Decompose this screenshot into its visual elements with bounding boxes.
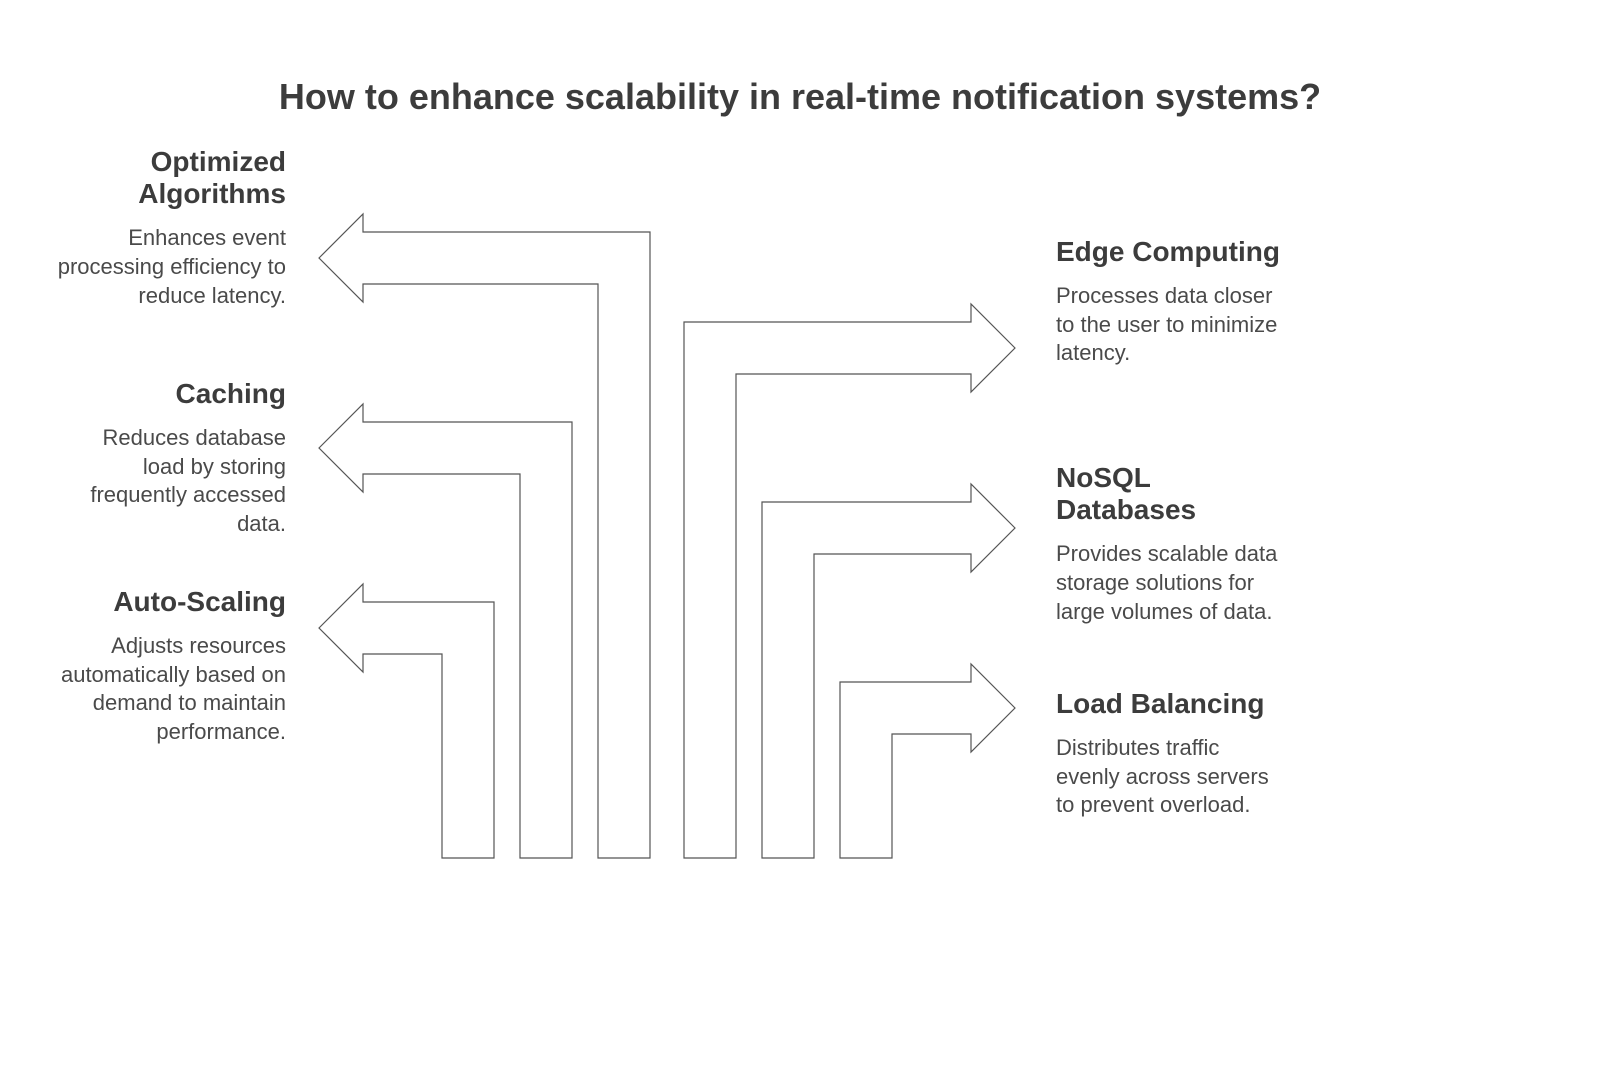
arrow-left-3 [319, 584, 494, 858]
label-desc: Distributes traffic evenly across server… [1056, 734, 1286, 820]
label-heading: Caching [56, 378, 286, 410]
label-desc: Adjusts resources automatically based on… [56, 632, 286, 746]
label-desc: Reduces database load by storing frequen… [56, 424, 286, 538]
label-desc: Provides scalable data storage solutions… [1056, 540, 1286, 626]
label-load-balancing: Load Balancing Distributes traffic evenl… [1056, 688, 1286, 820]
label-heading: NoSQL Databases [1056, 462, 1286, 526]
diagram-title: How to enhance scalability in real-time … [0, 76, 1600, 118]
label-caching: Caching Reduces database load by storing… [56, 378, 286, 539]
label-optimized-algorithms: Optimized Algorithms Enhances event proc… [56, 146, 286, 310]
label-desc: Enhances event processing efficiency to … [56, 224, 286, 310]
arrow-right-1 [684, 304, 1015, 858]
label-auto-scaling: Auto-Scaling Adjusts resources automatic… [56, 586, 286, 747]
label-nosql-databases: NoSQL Databases Provides scalable data s… [1056, 462, 1286, 626]
arrow-right-3 [840, 664, 1015, 858]
arrow-right-2 [762, 484, 1015, 858]
arrow-left-1 [319, 214, 650, 858]
label-heading: Auto-Scaling [56, 586, 286, 618]
label-heading: Edge Computing [1056, 236, 1286, 268]
arrow-left-2 [319, 404, 572, 858]
label-heading: Optimized Algorithms [56, 146, 286, 210]
label-heading: Load Balancing [1056, 688, 1286, 720]
label-edge-computing: Edge Computing Processes data closer to … [1056, 236, 1286, 368]
label-desc: Processes data closer to the user to min… [1056, 282, 1286, 368]
